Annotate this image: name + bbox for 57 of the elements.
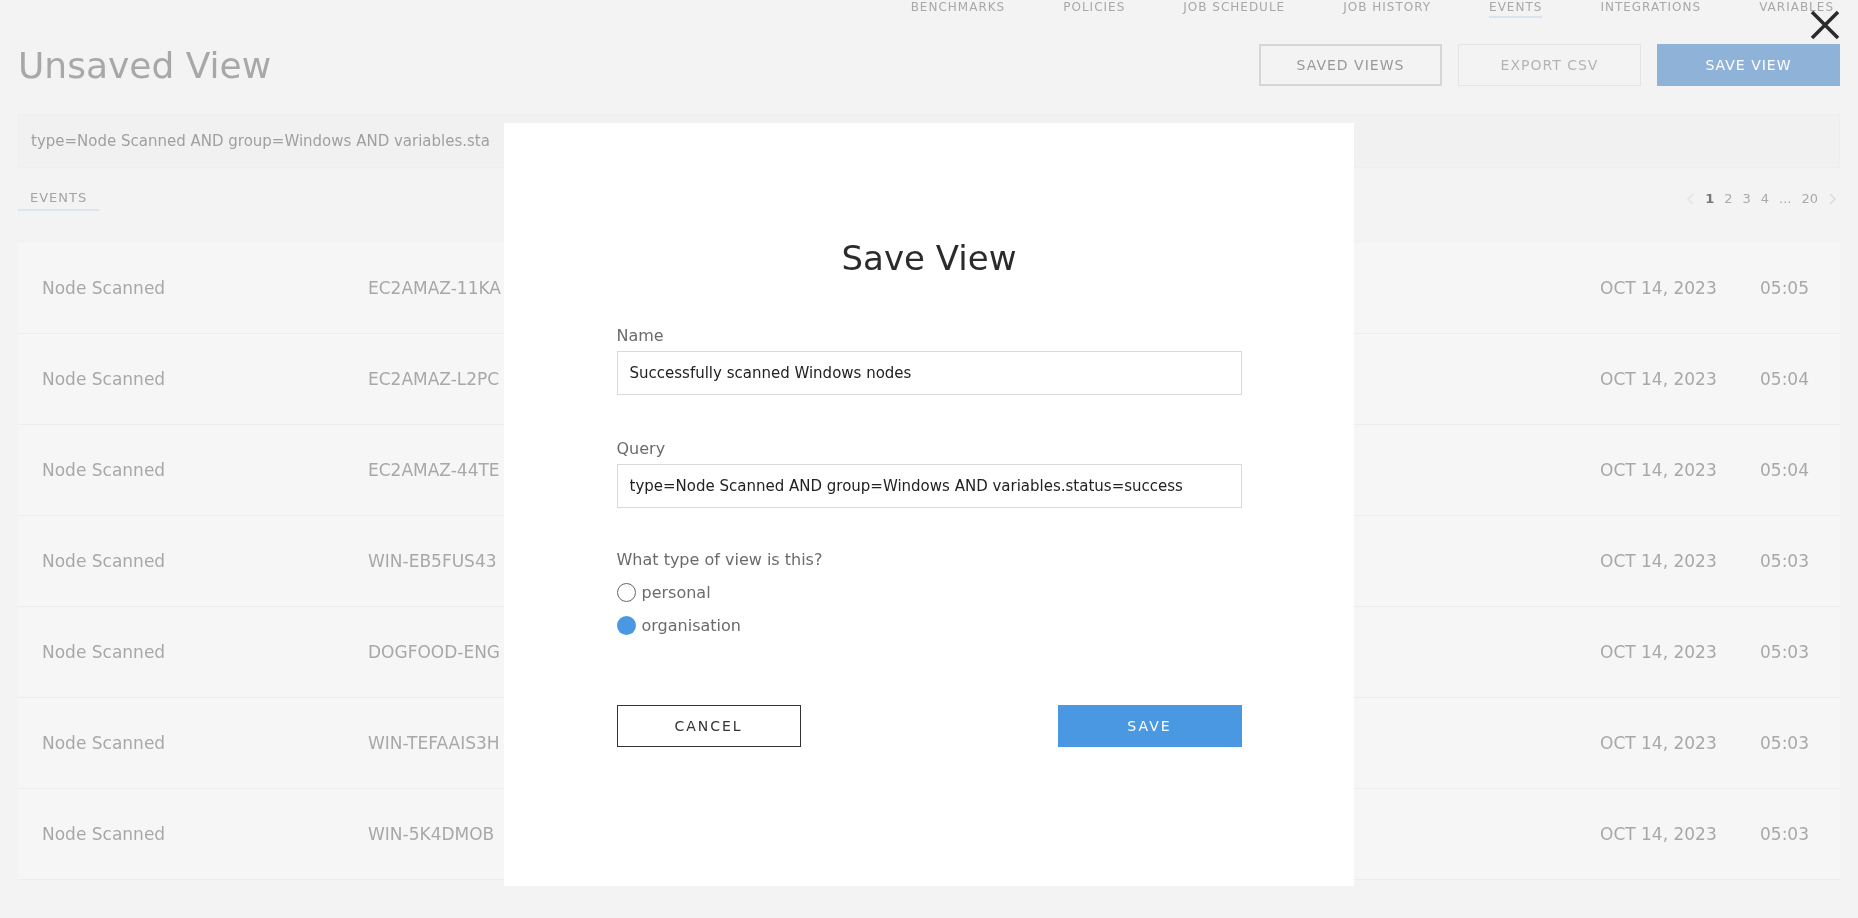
table-cell: EC2AMAZ-11KA xyxy=(368,278,501,298)
radio-label[interactable]: organisation xyxy=(641,616,741,635)
table-cell: Node Scanned xyxy=(42,551,166,571)
cancel-button[interactable]: CANCEL xyxy=(616,705,801,747)
table-cell: 05:03 xyxy=(1760,733,1809,753)
question-label: What type of view is this? xyxy=(616,550,824,569)
table-cell: 05:04 xyxy=(1760,460,1809,480)
page-link[interactable]: 20 xyxy=(1801,191,1818,206)
table-cell: EC2AMAZ-L2PC xyxy=(368,369,500,389)
page-link[interactable]: 4 xyxy=(1760,191,1770,206)
header-button[interactable]: EXPORT CSV xyxy=(1458,44,1641,86)
table-cell: OCT 14, 2023 xyxy=(1600,369,1717,389)
table-cell: 05:03 xyxy=(1760,642,1809,662)
table-cell: 05:04 xyxy=(1760,369,1809,389)
nav-tab[interactable]: POLICIES xyxy=(1063,0,1126,18)
nav-tab[interactable]: INTEGRATIONS xyxy=(1600,0,1702,18)
table-cell: WIN-TEFAAIS3H xyxy=(368,733,500,753)
section-tab[interactable]: EVENTS xyxy=(18,186,100,211)
table-cell: Node Scanned xyxy=(42,369,166,389)
page-link[interactable]: 2 xyxy=(1724,191,1733,206)
nav-tab[interactable]: JOB HISTORY xyxy=(1343,0,1432,18)
table-cell: OCT 14, 2023 xyxy=(1600,460,1717,480)
nav-tab[interactable]: VARIABLES xyxy=(1759,0,1834,18)
page-link[interactable]: 1 xyxy=(1705,191,1715,206)
table-cell: Node Scanned xyxy=(42,824,166,844)
save-view-button[interactable]: SAVE VIEW xyxy=(1657,44,1840,86)
nav-tab[interactable]: EVENTS xyxy=(1489,0,1543,18)
name-field[interactable]: Successfully scanned Windows nodes xyxy=(616,351,1242,395)
table-cell: Node Scanned xyxy=(42,278,166,298)
field-label: Name xyxy=(616,326,665,345)
table-cell: 05:03 xyxy=(1760,824,1809,844)
page-link[interactable]: 3 xyxy=(1742,191,1751,206)
table-cell: OCT 14, 2023 xyxy=(1600,278,1717,298)
table-cell: 05:05 xyxy=(1760,278,1809,298)
query-input-field[interactable]: type=Node Scanned AND group=Windows AND variables.status=success xyxy=(616,464,1242,508)
dialog-title: Save View xyxy=(841,238,1017,278)
radio-button[interactable] xyxy=(616,616,636,635)
table-cell: OCT 14, 2023 xyxy=(1600,733,1717,753)
table-cell: OCT 14, 2023 xyxy=(1600,551,1717,571)
table-cell: EC2AMAZ-44TE xyxy=(368,460,500,480)
table-cell: 05:03 xyxy=(1760,551,1809,571)
radio-label[interactable]: personal xyxy=(641,583,711,602)
table-cell: OCT 14, 2023 xyxy=(1600,824,1717,844)
table-cell: OCT 14, 2023 xyxy=(1600,642,1717,662)
table-cell: Node Scanned xyxy=(42,642,166,662)
table-cell: WIN-EB5FUS43 xyxy=(368,551,497,571)
table-cell: WIN-5K4DMOB xyxy=(368,824,495,844)
header-button[interactable]: SAVED VIEWS xyxy=(1259,44,1442,86)
field-label: Query xyxy=(616,439,667,458)
table-cell: Node Scanned xyxy=(42,460,166,480)
page-link[interactable]: ... xyxy=(1779,191,1792,206)
nav-tab[interactable]: JOB SCHEDULE xyxy=(1183,0,1286,18)
table-cell: Node Scanned xyxy=(42,733,166,753)
save-button[interactable]: SAVE xyxy=(1057,705,1242,747)
page-title: Unsaved View xyxy=(18,44,272,86)
table-cell: DOGFOOD-ENG xyxy=(368,642,501,662)
nav-tab[interactable]: BENCHMARKS xyxy=(910,0,1006,18)
